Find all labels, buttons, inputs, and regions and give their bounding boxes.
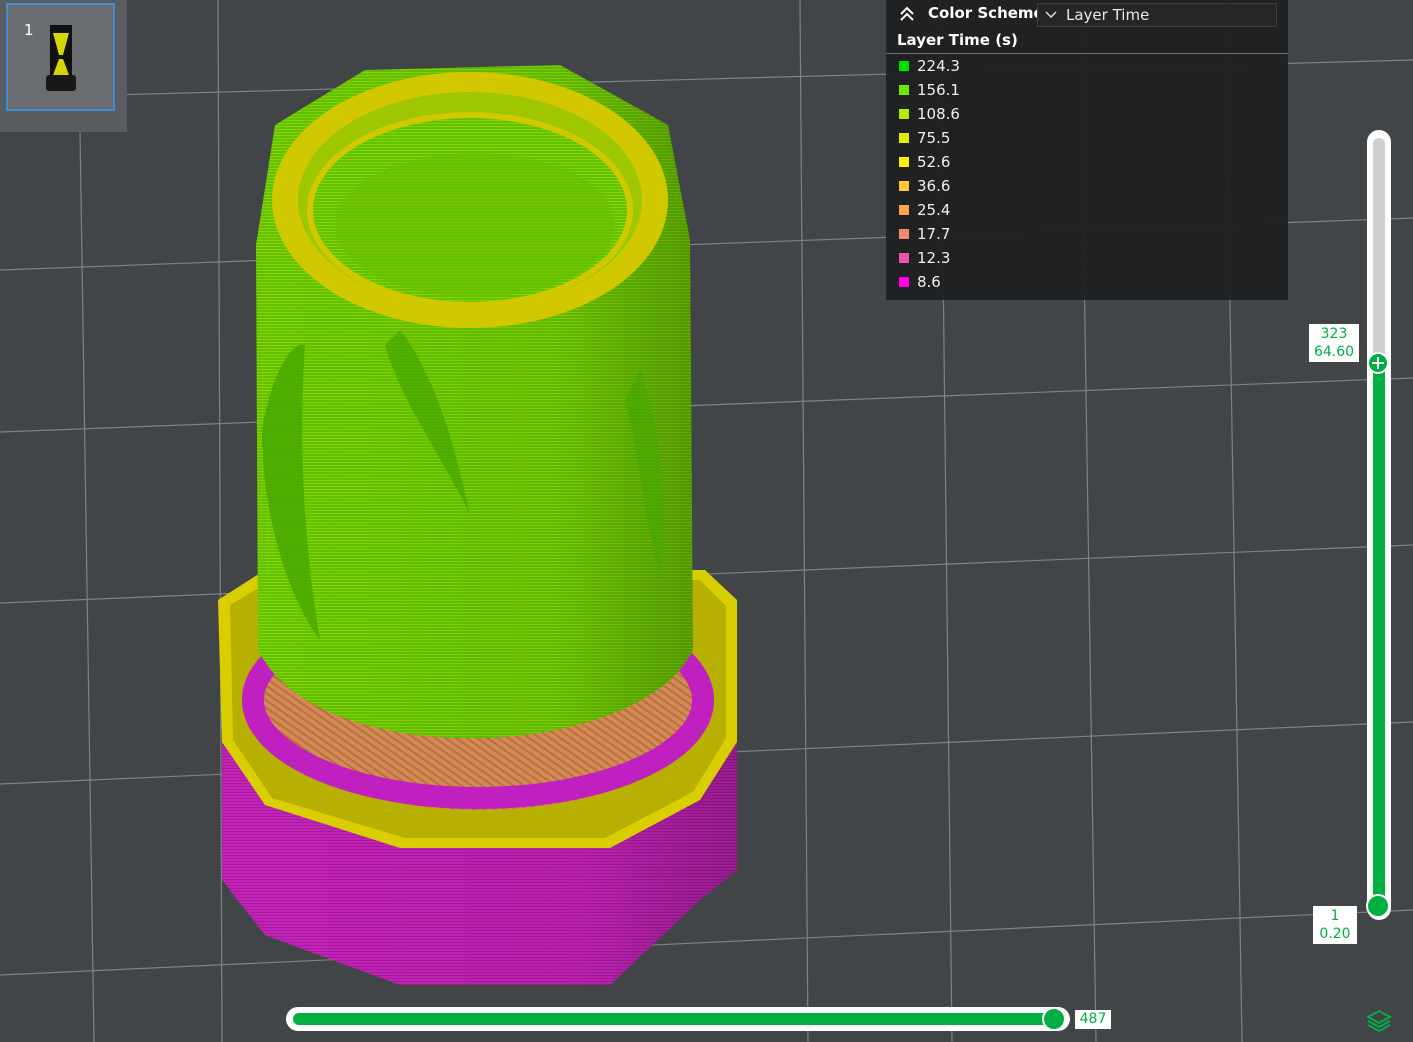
- legend-swatch: [899, 157, 909, 167]
- plate-list-panel: 1: [0, 0, 127, 132]
- legend-swatch: [899, 181, 909, 191]
- legend-value: 12.3: [917, 249, 951, 267]
- sliced-model-preview: [218, 65, 737, 985]
- legend-swatch: [899, 133, 909, 143]
- double-chevron-up-icon[interactable]: [898, 5, 916, 23]
- top-layer-number: 323: [1320, 326, 1348, 342]
- legend-value: 36.6: [917, 177, 951, 195]
- chevron-down-icon: [1045, 11, 1057, 19]
- legend-value: 52.6: [917, 153, 951, 171]
- legend-subtitle: Layer Time (s): [897, 31, 1018, 49]
- top-layer-height: 64.60: [1313, 344, 1355, 360]
- bottom-layer-number: 1: [1330, 908, 1340, 924]
- color-scheme-label: Color Scheme: [928, 4, 1044, 22]
- plate-thumbnail[interactable]: 1: [6, 3, 115, 111]
- legend-value: 108.6: [917, 105, 960, 123]
- legend-value: 25.4: [917, 201, 951, 219]
- legend-panel: Color Scheme Layer Time Layer Time (s) 2…: [886, 0, 1288, 300]
- move-slider-active-range: [293, 1013, 1055, 1025]
- legend-swatch: [899, 109, 909, 119]
- legend-swatch: [899, 61, 909, 71]
- legend-swatch: [899, 85, 909, 95]
- bottom-layer-height: 0.20: [1319, 926, 1351, 942]
- legend-divider: [886, 53, 1288, 54]
- layer-slider-bottom-handle[interactable]: [1366, 894, 1390, 918]
- legend-header: Color Scheme Layer Time: [886, 0, 1288, 30]
- top-layer-label: 323 64.60: [1309, 324, 1359, 362]
- color-scheme-selected: Layer Time: [1066, 6, 1150, 24]
- legend-swatch: [899, 229, 909, 239]
- bottom-layer-label: 1 0.20: [1313, 906, 1357, 944]
- legend-swatch: [899, 253, 909, 263]
- legend-swatch: [899, 205, 909, 215]
- plus-icon: [1372, 357, 1384, 369]
- layers-icon[interactable]: [1366, 1008, 1392, 1034]
- color-scheme-dropdown[interactable]: Layer Time: [1037, 3, 1277, 27]
- legend-value: 75.5: [917, 129, 951, 147]
- move-slider-handle[interactable]: [1042, 1007, 1066, 1031]
- legend-value: 156.1: [917, 81, 960, 99]
- plate-number: 1: [24, 21, 34, 39]
- legend-value: 17.7: [917, 225, 951, 243]
- layer-slider-active-range: [1373, 363, 1385, 906]
- legend-swatch: [899, 277, 909, 287]
- layer-slider-inactive-range: [1373, 138, 1385, 363]
- legend-value: 8.6: [917, 273, 941, 291]
- move-slider-value: 487: [1075, 1010, 1111, 1029]
- legend-value: 224.3: [917, 57, 960, 75]
- layer-slider-top-handle[interactable]: [1367, 352, 1389, 374]
